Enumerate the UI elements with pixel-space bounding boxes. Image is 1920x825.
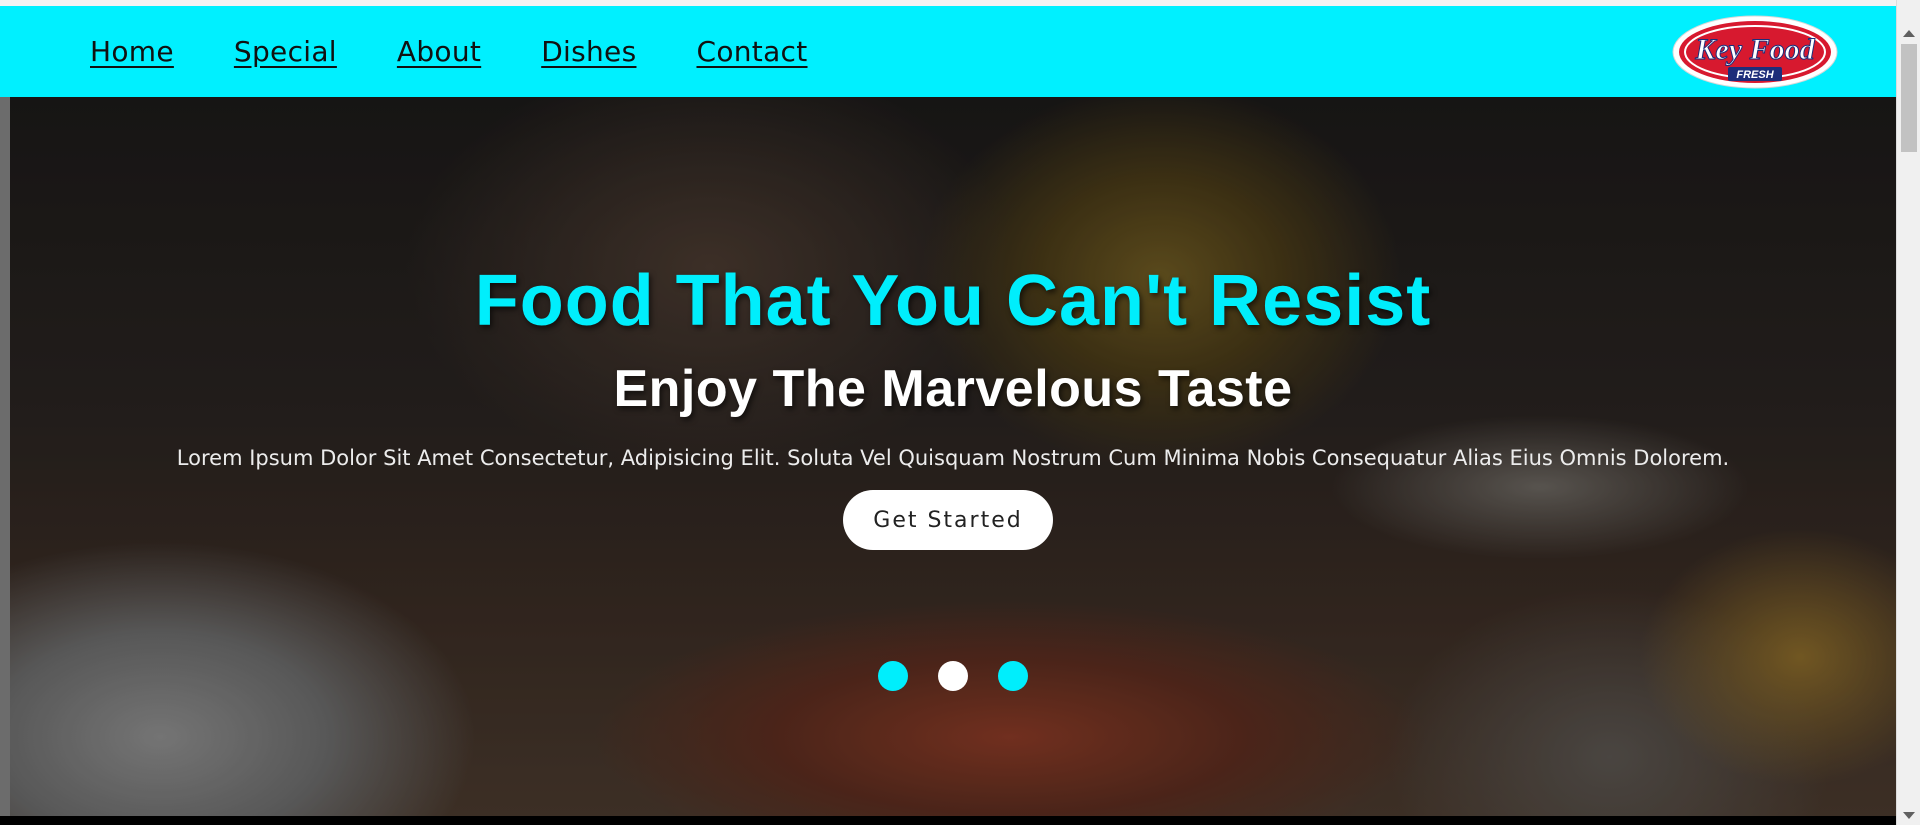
logo-tagline-text: FRESH — [1736, 69, 1774, 81]
hero-banner: Food That You Can't Resist Enjoy The Mar… — [10, 97, 1896, 816]
nav-link-contact[interactable]: Contact — [696, 35, 807, 68]
hero-content: Food That You Can't Resist Enjoy The Mar… — [10, 97, 1896, 816]
scroll-up-arrow-icon[interactable] — [1903, 30, 1915, 37]
nav-link-about[interactable]: About — [397, 35, 481, 68]
page-bottom-edge — [0, 816, 1896, 825]
page-left-edge — [0, 97, 10, 816]
nav-link-special[interactable]: Special — [234, 35, 337, 68]
key-food-logo[interactable]: Key Food FRESH — [1672, 15, 1838, 89]
hero-title: Food That You Can't Resist — [474, 261, 1432, 341]
hero-description: Lorem Ipsum Dolor Sit Amet Consectetur, … — [176, 446, 1730, 470]
scroll-down-arrow-icon[interactable] — [1903, 812, 1915, 819]
nav-links: Home Special About Dishes Contact — [90, 35, 868, 68]
hero-subtitle: Enjoy The Marvelous Taste — [613, 360, 1293, 418]
vertical-scrollbar[interactable] — [1896, 0, 1920, 825]
scrollbar-thumb[interactable] — [1901, 44, 1917, 152]
nav-link-dishes[interactable]: Dishes — [541, 35, 636, 68]
get-started-button[interactable]: Get Started — [843, 490, 1053, 550]
slider-dots — [878, 661, 1028, 691]
slider-dot-1[interactable] — [878, 661, 908, 691]
nav-link-home[interactable]: Home — [90, 35, 174, 68]
navbar: Home Special About Dishes Contact Key Fo… — [0, 6, 1896, 97]
slider-dot-3[interactable] — [998, 661, 1028, 691]
logo-brand-text: Key Food — [1694, 33, 1815, 66]
slider-dot-2[interactable] — [938, 661, 968, 691]
